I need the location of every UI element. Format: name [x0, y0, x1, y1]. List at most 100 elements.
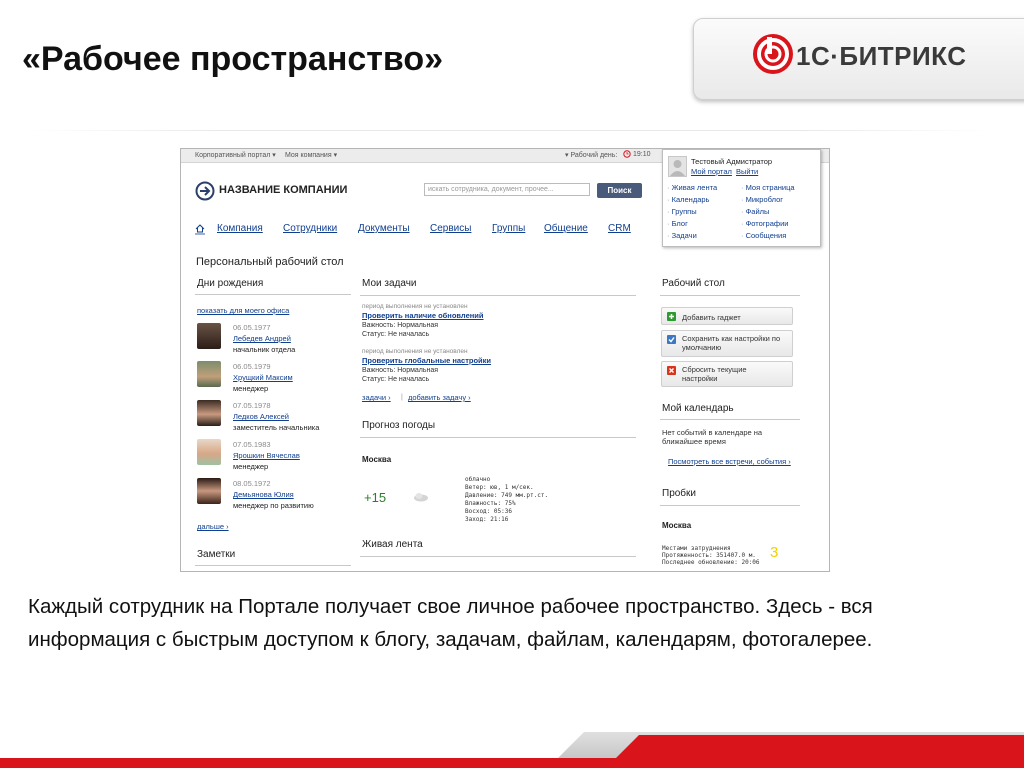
header-divider: [30, 130, 990, 131]
avatar: [197, 361, 221, 387]
menu-live-feed[interactable]: · Живая лента: [667, 183, 717, 192]
nav-employees[interactable]: Сотрудники: [283, 223, 337, 234]
company-logo-icon: [195, 181, 215, 201]
birthday-name-link[interactable]: Ярошкин Вячеслав: [233, 451, 300, 460]
user-menu-popup: Тестовый Адмистратор Мой портал Выйти · …: [662, 149, 821, 247]
workday-time: 19:10: [633, 151, 651, 158]
birthday-date: 08.05.1972: [233, 479, 271, 488]
add-gadget-button[interactable]: Добавить гаджет: [661, 307, 793, 325]
avatar: [197, 439, 221, 465]
menu-messages[interactable]: · Сообщения: [741, 231, 786, 240]
weather-detail: Ветер: юв, 1 м/сек.: [465, 484, 534, 491]
menu-files[interactable]: · Файлы: [741, 207, 769, 216]
weather-detail: облачно: [465, 476, 491, 483]
menu-microblog[interactable]: · Микроблог: [741, 195, 783, 204]
task-link[interactable]: Проверить наличие обновлений: [362, 311, 484, 320]
menu-photos[interactable]: · Фотографии: [741, 219, 788, 228]
birthday-name-link[interactable]: Демьянова Юлия: [233, 490, 294, 499]
search-input[interactable]: искать сотрудника, документ, прочее...: [424, 183, 590, 196]
check-icon: [667, 335, 676, 344]
avatar: [197, 400, 221, 426]
task-period: период выполнения не установлен: [362, 303, 468, 310]
menu-calendar[interactable]: · Календарь: [667, 195, 709, 204]
weather-temp: +15: [364, 490, 387, 505]
notes-rule: [195, 565, 351, 566]
birthday-position: заместитель начальника: [233, 423, 320, 432]
birthday-date: 07.05.1978: [233, 401, 271, 410]
menu-tasks[interactable]: · Задачи: [667, 231, 697, 240]
traffic-city: Москва: [662, 521, 692, 530]
feed-rule: [360, 556, 636, 557]
cloud-icon: [414, 493, 428, 502]
search-button[interactable]: Поиск: [597, 183, 642, 198]
nav-company[interactable]: Компания: [217, 223, 263, 234]
bitrix-logo-icon: [753, 34, 793, 74]
birthdays-title: Дни рождения: [197, 278, 264, 289]
tasks-link[interactable]: задачи ›: [362, 393, 391, 402]
calendar-title: Мой календарь: [662, 403, 734, 414]
user-avatar: [668, 156, 687, 177]
birthday-position: начальник отдела: [233, 345, 296, 354]
birthday-position: менеджер по развитию: [233, 501, 314, 510]
menu-groups[interactable]: · Группы: [667, 207, 697, 216]
nav-documents[interactable]: Документы: [358, 223, 410, 234]
nav-groups[interactable]: Группы: [492, 223, 525, 234]
office-link[interactable]: показать для моего офиса: [197, 306, 289, 315]
weather-detail: Давление: 749 мм.рт.ст.: [465, 492, 549, 499]
nav-communication[interactable]: Общение: [544, 223, 588, 234]
feed-title: Живая лента: [362, 539, 423, 550]
menu-my-page[interactable]: · Моя страница: [741, 183, 795, 192]
calendar-empty-text: Нет событий в календаре на ближайшее вре…: [662, 428, 763, 446]
save-defaults-button[interactable]: Сохранить как настройки по умолчанию: [661, 330, 793, 357]
my-portal-link[interactable]: Мой портал: [691, 167, 732, 176]
add-gadget-label: Добавить гаджет: [682, 313, 741, 322]
weather-title: Прогноз погоды: [362, 420, 436, 431]
birthdays-more-link[interactable]: дальше ›: [197, 522, 229, 531]
task-period: период выполнения не установлен: [362, 348, 468, 355]
slide-body-text: Каждый сотрудник на Портале получает сво…: [28, 595, 873, 651]
avatar: [197, 478, 221, 504]
desktop-rule: [660, 295, 800, 296]
corp-portal-menu[interactable]: Корпоративный портал ▾: [195, 151, 276, 159]
tasks-title: Мои задачи: [362, 278, 417, 289]
logo-text: 1С·БИТРИКС: [796, 41, 967, 71]
birthday-name-link[interactable]: Хрущкий Максим: [233, 373, 293, 382]
weather-detail: Влажность: 75%: [465, 500, 516, 507]
birthday-date: 06.05.1979: [233, 362, 271, 371]
reset-settings-label: Сбросить текущие настройки: [682, 365, 747, 383]
birthday-name-link[interactable]: Лебедев Андрей: [233, 334, 291, 343]
workday-label[interactable]: ▾ Рабочий день:: [565, 151, 617, 159]
birthday-position: менеджер: [233, 384, 269, 393]
slide-number: 3: [770, 544, 779, 561]
clock-icon: [623, 150, 631, 160]
task-status: Статус: Не началась: [362, 376, 430, 383]
save-defaults-label: Сохранить как настройки по умолчанию: [682, 334, 781, 352]
home-icon[interactable]: [195, 223, 205, 235]
calendar-all-link[interactable]: Посмотреть все встречи, события ›: [668, 457, 791, 466]
calendar-rule: [660, 419, 800, 420]
user-name: Тестовый Адмистратор: [691, 157, 773, 166]
desktop-title: Рабочий стол: [662, 278, 725, 289]
weather-rule: [360, 437, 636, 438]
traffic-title: Пробки: [662, 488, 696, 499]
avatar: [197, 323, 221, 349]
task-link[interactable]: Проверить глобальные настройки: [362, 356, 491, 365]
task-status: Статус: Не началась: [362, 331, 430, 338]
plus-icon: [667, 312, 676, 321]
tasks-rule: [360, 295, 636, 296]
my-company-menu[interactable]: Моя компания ▾: [285, 151, 337, 159]
portal-screenshot: Корпоративный портал ▾ Моя компания ▾ ▾ …: [180, 148, 830, 572]
nav-crm[interactable]: CRM: [608, 223, 631, 234]
footer-red-stripe: [0, 758, 1024, 768]
reset-settings-button[interactable]: Сбросить текущие настройки: [661, 361, 793, 387]
birthdays-rule: [195, 294, 351, 295]
add-task-link[interactable]: добавить задачу ›: [408, 393, 471, 402]
birthday-position: менеджер: [233, 462, 269, 471]
logout-link[interactable]: Выйти: [736, 167, 758, 176]
bitrix-logo-box: 1С·БИТРИКС: [693, 18, 1024, 100]
company-name: НАЗВАНИЕ КОМПАНИИ: [219, 184, 348, 196]
birthday-name-link[interactable]: Ледков Алексей: [233, 412, 289, 421]
nav-services[interactable]: Сервисы: [430, 223, 471, 234]
menu-blog[interactable]: · Блог: [667, 219, 688, 228]
task-importance: Важность: Нормальная: [362, 322, 439, 329]
